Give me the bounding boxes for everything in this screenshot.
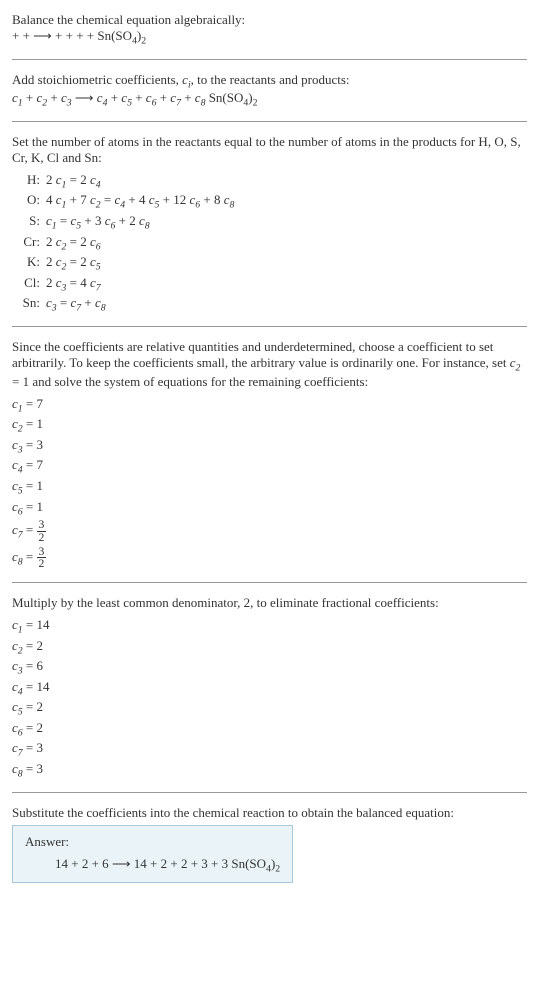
plus: +	[111, 90, 122, 105]
c2: c2	[37, 90, 48, 105]
stoich-text: Add stoichiometric coefficients, ci, to …	[12, 72, 527, 91]
divider	[12, 582, 527, 583]
coef-eq: c6 = 2	[12, 720, 527, 739]
coef-row: c5 = 2	[12, 699, 527, 718]
answer-label: Answer:	[25, 834, 280, 850]
coef-eq: c7 = 32	[12, 519, 527, 543]
stoich-section: Add stoichiometric coefficients, ci, to …	[12, 72, 527, 109]
atom-eq-row: S:c1 = c5 + 3 c6 + 2 c8	[12, 213, 527, 232]
ci-symbol: ci	[182, 72, 191, 87]
plus: +	[184, 90, 195, 105]
mult-text: Multiply by the least common denominator…	[12, 595, 527, 611]
coef-eq: c1 = 14	[12, 617, 527, 636]
atom-label: Cl:	[12, 275, 46, 294]
coef-row: c8 = 3	[12, 761, 527, 780]
coef-row: c7 = 32	[12, 519, 527, 543]
coef-row: c4 = 14	[12, 679, 527, 698]
plus: +	[135, 90, 146, 105]
coef-row: c2 = 1	[12, 416, 527, 435]
arrow: ⟶	[75, 90, 97, 105]
coef-eq: c8 = 32	[12, 546, 527, 570]
c6: c6	[146, 90, 157, 105]
atoms-section: Set the number of atoms in the reactants…	[12, 134, 527, 314]
stoich-text-a: Add stoichiometric coefficients,	[12, 72, 182, 87]
c5: c5	[121, 90, 132, 105]
stoich-equation: c1 + c2 + c3 ⟶ c4 + c5 + c6 + c7 + c8 Sn…	[12, 90, 527, 109]
atom-label: O:	[12, 192, 46, 211]
coef-row: c3 = 3	[12, 437, 527, 456]
atom-eq: 2 c2 = 2 c5	[46, 254, 527, 273]
atom-label: S:	[12, 213, 46, 232]
coef-list-1: c1 = 7c2 = 1 c3 = 3c4 = 7 c5 = 1 c6 = 1c7 =…	[12, 396, 527, 570]
coef-eq: c2 = 2	[12, 638, 527, 657]
atom-label: Cr:	[12, 234, 46, 253]
answer-box: Answer: 14 + 2 + 6 ⟶ 14 + 2 + 2 + 3 + 3 …	[12, 825, 293, 884]
divider	[12, 326, 527, 327]
atom-eq: 2 c2 = 2 c6	[46, 234, 527, 253]
coef-eq: c1 = 7	[12, 396, 527, 415]
atom-eq-row: H:2 c1 = 2 c4	[12, 172, 527, 191]
coef-eq: c3 = 6	[12, 658, 527, 677]
plus: +	[50, 90, 61, 105]
atom-eq: c3 = c7 + c8	[46, 295, 527, 314]
plus: +	[160, 90, 171, 105]
atom-equations: H:2 c1 = 2 c4O:4 c1 + 7 c2 = c4 + 4 c5 +…	[12, 172, 527, 314]
intro-equation: + + ⟶ + + + + Sn(SO4)2	[12, 28, 527, 47]
atom-label: K:	[12, 254, 46, 273]
since-section: Since the coefficients are relative quan…	[12, 339, 527, 570]
coef-row: c6 = 2	[12, 720, 527, 739]
coef-row: c2 = 2	[12, 638, 527, 657]
coef-row: c5 = 1	[12, 478, 527, 497]
divider	[12, 121, 527, 122]
coef-eq: c6 = 1	[12, 499, 527, 518]
subst-section: Substitute the coefficients into the che…	[12, 805, 527, 884]
atom-eq: 2 c3 = 4 c7	[46, 275, 527, 294]
coef-list-2: c1 = 14 c2 = 2c3 = 6 c4 = 14c5 = 2 c6 = 2c7…	[12, 617, 527, 780]
coef-eq: c2 = 1	[12, 416, 527, 435]
intro-section: Balance the chemical equation algebraica…	[12, 12, 527, 47]
atom-eq-row: Cr:2 c2 = 2 c6	[12, 234, 527, 253]
coef-eq: c5 = 1	[12, 478, 527, 497]
atom-eq: 4 c1 + 7 c2 = c4 + 4 c5 + 12 c6 + 8 c8	[46, 192, 527, 211]
coef-row: c3 = 6	[12, 658, 527, 677]
answer-equation: 14 + 2 + 6 ⟶ 14 + 2 + 2 + 3 + 3 Sn(SO4)2	[25, 856, 280, 875]
atom-eq-row: O:4 c1 + 7 c2 = c4 + 4 c5 + 12 c6 + 8 c8	[12, 192, 527, 211]
divider	[12, 792, 527, 793]
c3: c3	[61, 90, 72, 105]
divider	[12, 59, 527, 60]
coef-row: c1 = 14	[12, 617, 527, 636]
coef-eq: c5 = 2	[12, 699, 527, 718]
coef-row: c8 = 32	[12, 546, 527, 570]
c7: c7	[170, 90, 181, 105]
atom-eq: 2 c1 = 2 c4	[46, 172, 527, 191]
atoms-text: Set the number of atoms in the reactants…	[12, 134, 527, 166]
atom-eq: c1 = c5 + 3 c6 + 2 c8	[46, 213, 527, 232]
c4: c4	[97, 90, 108, 105]
stoich-text-b: , to the reactants and products:	[191, 72, 350, 87]
atom-label: H:	[12, 172, 46, 191]
coef-eq: c4 = 14	[12, 679, 527, 698]
since-text: Since the coefficients are relative quan…	[12, 339, 527, 390]
coef-row: c1 = 7	[12, 396, 527, 415]
mult-section: Multiply by the least common denominator…	[12, 595, 527, 780]
plus: +	[26, 90, 37, 105]
atom-eq-row: Cl:2 c3 = 4 c7	[12, 275, 527, 294]
intro-eq-text: + + ⟶ + + + + Sn(SO4)2	[12, 28, 146, 43]
tail: Sn(SO4)2	[209, 90, 258, 105]
c8: c8	[195, 90, 206, 105]
coef-eq: c7 = 3	[12, 740, 527, 759]
atom-label: Sn:	[12, 295, 46, 314]
coef-row: c4 = 7	[12, 457, 527, 476]
atom-eq-row: K:2 c2 = 2 c5	[12, 254, 527, 273]
coef-eq: c3 = 3	[12, 437, 527, 456]
c1: c1	[12, 90, 23, 105]
subst-text: Substitute the coefficients into the che…	[12, 805, 527, 821]
coef-eq: c4 = 7	[12, 457, 527, 476]
atom-eq-row: Sn:c3 = c7 + c8	[12, 295, 527, 314]
coef-eq: c8 = 3	[12, 761, 527, 780]
coef-row: c6 = 1	[12, 499, 527, 518]
intro-text: Balance the chemical equation algebraica…	[12, 12, 527, 28]
coef-row: c7 = 3	[12, 740, 527, 759]
